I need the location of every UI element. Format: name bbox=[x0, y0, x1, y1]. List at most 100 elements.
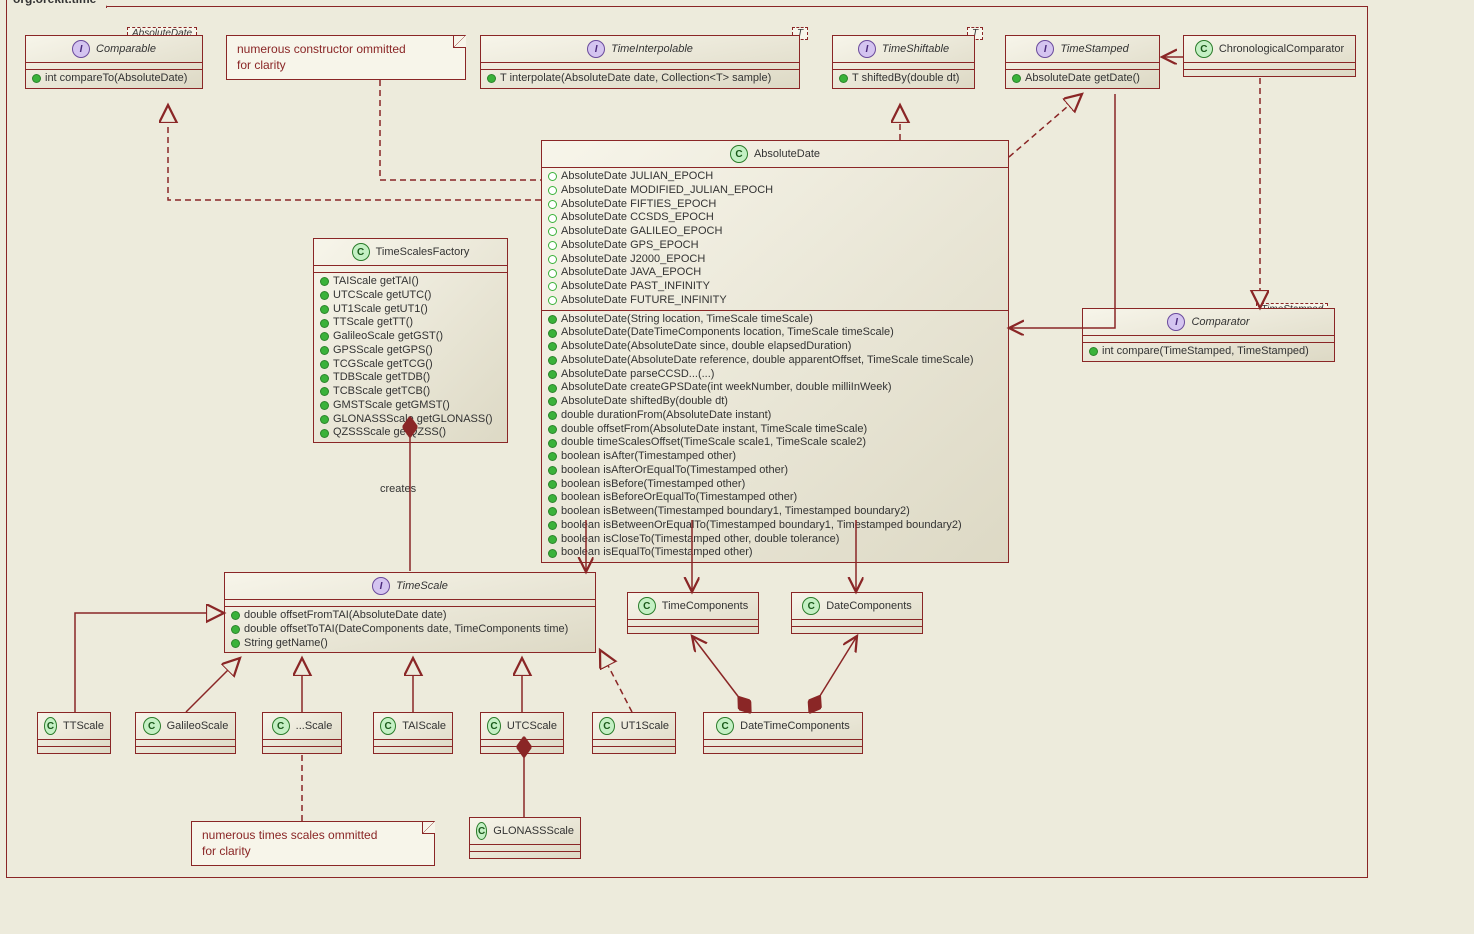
class-name: UT1Scale bbox=[621, 720, 669, 732]
note-constructors: numerous constructor ommitted for clarit… bbox=[226, 35, 466, 80]
member: boolean isBefore(Timestamped other) bbox=[548, 478, 1002, 492]
class-icon: C bbox=[143, 717, 161, 735]
member: AbsoluteDate createGPSDate(int weekNumbe… bbox=[548, 381, 1002, 395]
member: AbsoluteDate FIFTIES_EPOCH bbox=[548, 198, 1002, 212]
member: double timeScalesOffset(TimeScale scale1… bbox=[548, 436, 1002, 450]
class-ttscale: C TTScale bbox=[37, 712, 111, 754]
class-icon: C bbox=[352, 243, 370, 261]
class-comparator: I Comparator int compare(TimeStamped, Ti… bbox=[1082, 308, 1335, 362]
member: String getName() bbox=[231, 637, 589, 651]
member: GalileoScale getGST() bbox=[320, 330, 501, 344]
class-timeshiftable: I TimeShiftable T shiftedBy(double dt) bbox=[832, 35, 975, 89]
class-name: DateTimeComponents bbox=[740, 720, 850, 732]
member: QZSSScale getQZSS() bbox=[320, 426, 501, 440]
class-icon: C bbox=[487, 717, 501, 735]
class-icon: C bbox=[44, 717, 57, 735]
member: UT1Scale getUT1() bbox=[320, 303, 501, 317]
member: boolean isAfterOrEqualTo(Timestamped oth… bbox=[548, 464, 1002, 478]
class-name: GalileoScale bbox=[167, 720, 229, 732]
class-icon: C bbox=[272, 717, 290, 735]
class-name: TimeInterpolable bbox=[611, 43, 693, 55]
class-name: Comparable bbox=[96, 43, 156, 55]
member: boolean isBeforeOrEqualTo(Timestamped ot… bbox=[548, 491, 1002, 505]
member: AbsoluteDate(AbsoluteDate reference, dou… bbox=[548, 354, 1002, 368]
member: AbsoluteDate GPS_EPOCH bbox=[548, 239, 1002, 253]
class-name: ChronologicalComparator bbox=[1219, 43, 1344, 55]
note-timescales: numerous times scales ommitted for clari… bbox=[191, 821, 435, 866]
member: boolean isEqualTo(Timestamped other) bbox=[548, 546, 1002, 560]
member: boolean isBetween(Timestamped boundary1,… bbox=[548, 505, 1002, 519]
class-timecomponents: C TimeComponents bbox=[627, 592, 759, 634]
class-galileoscale: C GalileoScale bbox=[135, 712, 236, 754]
class-icon: C bbox=[380, 717, 396, 735]
package-tab: org.orekit.time bbox=[6, 0, 107, 8]
class-timescale: I TimeScale double offsetFromTAI(Absolut… bbox=[224, 572, 596, 653]
class-comparable: I Comparable int compareTo(AbsoluteDate) bbox=[25, 35, 203, 89]
class-name: TTScale bbox=[63, 720, 104, 732]
class-timestamped: I TimeStamped AbsoluteDate getDate() bbox=[1005, 35, 1160, 89]
member: AbsoluteDate JAVA_EPOCH bbox=[548, 266, 1002, 280]
class-icon: C bbox=[599, 717, 615, 735]
class-name: TAIScale bbox=[402, 720, 446, 732]
member: GPSScale getGPS() bbox=[320, 344, 501, 358]
member: double offsetToTAI(DateComponents date, … bbox=[231, 623, 589, 637]
class-name: GLONASSScale bbox=[493, 825, 574, 837]
class-ellipsisscale: C ...Scale bbox=[262, 712, 342, 754]
class-name: AbsoluteDate bbox=[754, 148, 820, 160]
class-name: ...Scale bbox=[296, 720, 333, 732]
member: boolean isCloseTo(Timestamped other, dou… bbox=[548, 533, 1002, 547]
class-icon: C bbox=[730, 145, 748, 163]
methods: int compareTo(AbsoluteDate) bbox=[26, 70, 202, 88]
interface-icon: I bbox=[1036, 40, 1054, 58]
member: AbsoluteDate(DateTimeComponents location… bbox=[548, 326, 1002, 340]
class-name: DateComponents bbox=[826, 600, 912, 612]
class-glonassscale: C GLONASSScale bbox=[469, 817, 581, 859]
interface-icon: I bbox=[587, 40, 605, 58]
interface-icon: I bbox=[372, 577, 390, 595]
class-ut1scale: C UT1Scale bbox=[592, 712, 676, 754]
class-name: TimeComponents bbox=[662, 600, 748, 612]
class-timescalesfactory: C TimeScalesFactory TAIScale getTAI()UTC… bbox=[313, 238, 508, 443]
member: TDBScale getTDB() bbox=[320, 371, 501, 385]
class-timeinterpolable: I TimeInterpolable T interpolate(Absolut… bbox=[480, 35, 800, 89]
member: boolean isAfter(Timestamped other) bbox=[548, 450, 1002, 464]
class-icon: C bbox=[476, 822, 487, 840]
member: AbsoluteDate MODIFIED_JULIAN_EPOCH bbox=[548, 184, 1002, 198]
class-name: TimeScale bbox=[396, 580, 448, 592]
class-icon: C bbox=[1195, 40, 1213, 58]
class-name: TimeStamped bbox=[1060, 43, 1128, 55]
class-name: TimeShiftable bbox=[882, 43, 949, 55]
class-chronologicalcomparator: C ChronologicalComparator bbox=[1183, 35, 1356, 77]
class-absolutedate: C AbsoluteDate AbsoluteDate JULIAN_EPOCH… bbox=[541, 140, 1009, 563]
interface-icon: I bbox=[858, 40, 876, 58]
member: TTScale getTT() bbox=[320, 316, 501, 330]
note-text: numerous times scales ommitted for clari… bbox=[202, 828, 377, 858]
class-datetimecomponents: C DateTimeComponents bbox=[703, 712, 863, 754]
member: AbsoluteDate JULIAN_EPOCH bbox=[548, 170, 1002, 184]
member: double offsetFrom(AbsoluteDate instant, … bbox=[548, 423, 1002, 437]
member: AbsoluteDate GALILEO_EPOCH bbox=[548, 225, 1002, 239]
member: double offsetFromTAI(AbsoluteDate date) bbox=[231, 609, 589, 623]
member: GLONASSScale getGLONASS() bbox=[320, 413, 501, 427]
member: AbsoluteDate shiftedBy(double dt) bbox=[548, 395, 1002, 409]
class-datecomponents: CDateComponents bbox=[791, 592, 923, 634]
class-icon: C bbox=[716, 717, 734, 735]
member: double durationFrom(AbsoluteDate instant… bbox=[548, 409, 1002, 423]
member: boolean isBetweenOrEqualTo(Timestamped b… bbox=[548, 519, 1002, 533]
member: AbsoluteDate J2000_EPOCH bbox=[548, 253, 1002, 267]
member: AbsoluteDate FUTURE_INFINITY bbox=[548, 294, 1002, 308]
member: AbsoluteDate(String location, TimeScale … bbox=[548, 313, 1002, 327]
member: AbsoluteDate parseCCSD...(...) bbox=[548, 368, 1002, 382]
class-icon: C bbox=[638, 597, 656, 615]
member: AbsoluteDate(AbsoluteDate since, double … bbox=[548, 340, 1002, 354]
class-name: TimeScalesFactory bbox=[376, 246, 470, 258]
class-name: UTCScale bbox=[507, 720, 557, 732]
note-text: numerous constructor ommitted for clarit… bbox=[237, 42, 406, 72]
class-name: Comparator bbox=[1191, 316, 1249, 328]
member: UTCScale getUTC() bbox=[320, 289, 501, 303]
member: GMSTScale getGMST() bbox=[320, 399, 501, 413]
class-taiscale: C TAIScale bbox=[373, 712, 453, 754]
member: TCGScale getTCG() bbox=[320, 358, 501, 372]
member: TAIScale getTAI() bbox=[320, 275, 501, 289]
member: AbsoluteDate PAST_INFINITY bbox=[548, 280, 1002, 294]
